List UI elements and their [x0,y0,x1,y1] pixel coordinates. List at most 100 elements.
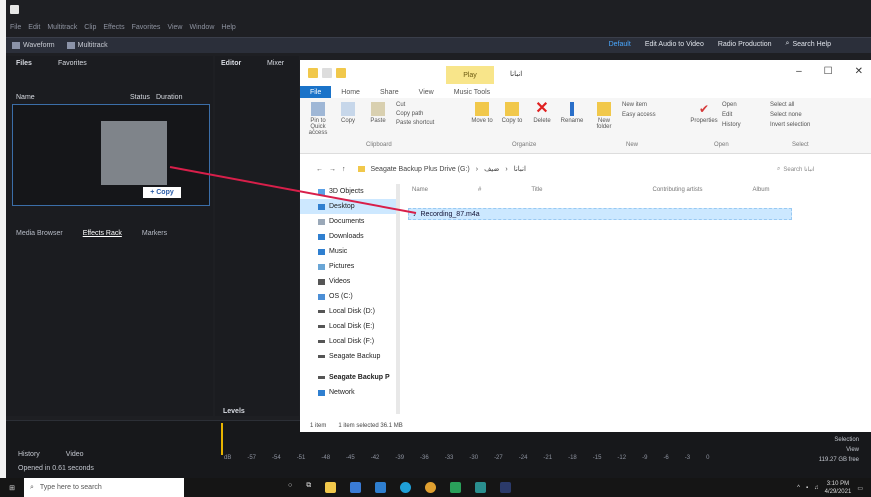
mail-icon[interactable] [375,482,387,493]
nav-os-c[interactable]: OS (C:) [300,289,400,304]
nav-videos[interactable]: Videos [300,274,400,289]
playhead[interactable] [221,423,223,455]
forward-arrow-icon[interactable]: → [329,166,336,173]
start-button[interactable]: ⊞ [0,478,24,497]
nav-seagate-backup[interactable]: Seagate Backup [300,349,400,364]
cortana-icon[interactable]: ○ [288,482,292,493]
app-teal-icon[interactable] [475,482,487,493]
edge-icon[interactable] [400,482,412,493]
rename-button[interactable]: Rename [560,102,584,124]
file-row[interactable]: ♪ Recording_87.m4a [408,208,792,220]
duration-column[interactable]: Duration [156,94,182,101]
breadcrumb-folder[interactable]: ضيف [484,165,499,173]
select-all-button[interactable]: Select all [770,102,810,108]
paste-shortcut-button[interactable]: Paste shortcut [396,120,434,126]
open-button[interactable]: Open [722,102,741,108]
pin-quick-access-button[interactable]: Pin to Quick access [306,102,330,136]
tab-history[interactable]: History [18,451,40,458]
file-explorer-icon[interactable] [325,482,337,493]
properties-qa-icon[interactable] [322,68,332,78]
menu-window[interactable]: Window [189,24,214,31]
store-icon[interactable] [350,482,362,493]
task-view-icon[interactable]: ⧉ [306,482,311,493]
tab-effects-rack[interactable]: Effects Rack [83,230,122,237]
explorer-search-input[interactable]: ⌕ Search انبانا [777,164,853,175]
new-item-button[interactable]: New item [622,102,656,108]
chevron-up-icon[interactable]: ^ [797,485,800,491]
column-name[interactable]: Name [412,187,428,193]
maximize-icon[interactable]: ☐ [824,66,833,77]
menu-edit[interactable]: Edit [28,24,40,31]
up-arrow-icon[interactable]: ↑ [342,166,346,173]
status-column[interactable]: Status [130,94,150,101]
tab-media-browser[interactable]: Media Browser [16,230,63,237]
history-button[interactable]: History [722,122,741,128]
copy-to-button[interactable]: Copy to [500,102,524,124]
nav-local-disk-d[interactable]: Local Disk (D:) [300,304,400,319]
copy-path-button[interactable]: Copy path [396,111,434,117]
breadcrumb-drive[interactable]: Seagate Backup Plus Drive (G:) [371,166,470,173]
play-contextual-tab[interactable]: Play [446,66,494,84]
cut-button[interactable]: Cut [396,102,434,108]
nav-desktop[interactable]: Desktop [300,199,400,214]
copy-button[interactable]: Copy [336,102,360,124]
search-help[interactable]: ⌕ Search Help [786,40,831,48]
ribbon-tab-home[interactable]: Home [331,86,370,98]
back-arrow-icon[interactable]: ← [316,166,323,173]
app-green-icon[interactable] [450,482,462,493]
delete-button[interactable]: ✕ Delete [530,101,554,125]
nav-pictures[interactable]: Pictures [300,259,400,274]
notification-icon[interactable]: ▭ [857,485,863,492]
taskbar-search-input[interactable]: ⌕ Type here to search [24,478,184,497]
column-album[interactable]: Album [753,187,770,193]
nav-documents[interactable]: Documents [300,214,400,229]
workspace-radio-production[interactable]: Radio Production [718,41,772,48]
network-icon[interactable]: ▪ [806,485,808,491]
workspace-default[interactable]: Default [609,41,631,48]
volume-icon[interactable]: ♫ [814,485,819,491]
menu-view[interactable]: View [167,24,182,31]
new-folder-button[interactable]: New folder [592,102,616,130]
breadcrumb-current[interactable]: انبانا [514,165,526,173]
paste-button[interactable]: Paste [366,102,390,124]
nav-seagate-backup-plus[interactable]: Seagate Backup P [300,370,400,385]
ribbon-tab-file[interactable]: File [300,86,332,98]
audition-icon[interactable] [500,482,512,493]
nav-local-disk-e[interactable]: Local Disk (E:) [300,319,400,334]
select-none-button[interactable]: Select none [770,112,810,118]
move-to-button[interactable]: Move to [470,102,494,124]
nav-music[interactable]: Music [300,244,400,259]
menu-help[interactable]: Help [221,24,235,31]
new-folder-qa-icon[interactable] [336,68,346,78]
easy-access-button[interactable]: Easy access [622,112,656,118]
levels-tab[interactable]: Levels [223,408,245,415]
waveform-button[interactable]: Waveform [6,42,61,49]
properties-button[interactable]: ✔ Properties [690,102,717,124]
invert-selection-button[interactable]: Invert selection [770,122,810,128]
column-number[interactable]: # [478,187,481,193]
multitrack-button[interactable]: Multitrack [61,42,114,49]
minimize-icon[interactable]: – [796,66,802,77]
workspace-edit-audio-to-video[interactable]: Edit Audio to Video [645,41,704,48]
nav-downloads[interactable]: Downloads [300,229,400,244]
ribbon-tab-music-tools[interactable]: Music Tools [444,86,500,98]
menu-effects[interactable]: Effects [103,24,124,31]
chrome-icon[interactable] [425,482,437,493]
menu-multitrack[interactable]: Multitrack [47,24,77,31]
nav-3d-objects[interactable]: 3D Objects [300,184,400,199]
files-tab[interactable]: Files [16,60,32,67]
editor-tab[interactable]: Editor [221,60,241,67]
nav-local-disk-f[interactable]: Local Disk (F:) [300,334,400,349]
ribbon-tab-view[interactable]: View [409,86,444,98]
mixer-tab[interactable]: Mixer [267,60,284,67]
nav-scrollbar[interactable] [396,184,400,414]
nav-network[interactable]: Network [300,385,400,400]
column-title[interactable]: Title [531,187,542,193]
close-icon[interactable]: ✕ [855,66,863,77]
clock[interactable]: 3:10 PM 4/29/2021 [825,480,852,496]
column-artists[interactable]: Contributing artists [652,187,702,193]
menu-clip[interactable]: Clip [84,24,96,31]
menu-file[interactable]: File [10,24,21,31]
tab-markers[interactable]: Markers [142,230,167,237]
favorites-tab[interactable]: Favorites [58,60,87,67]
